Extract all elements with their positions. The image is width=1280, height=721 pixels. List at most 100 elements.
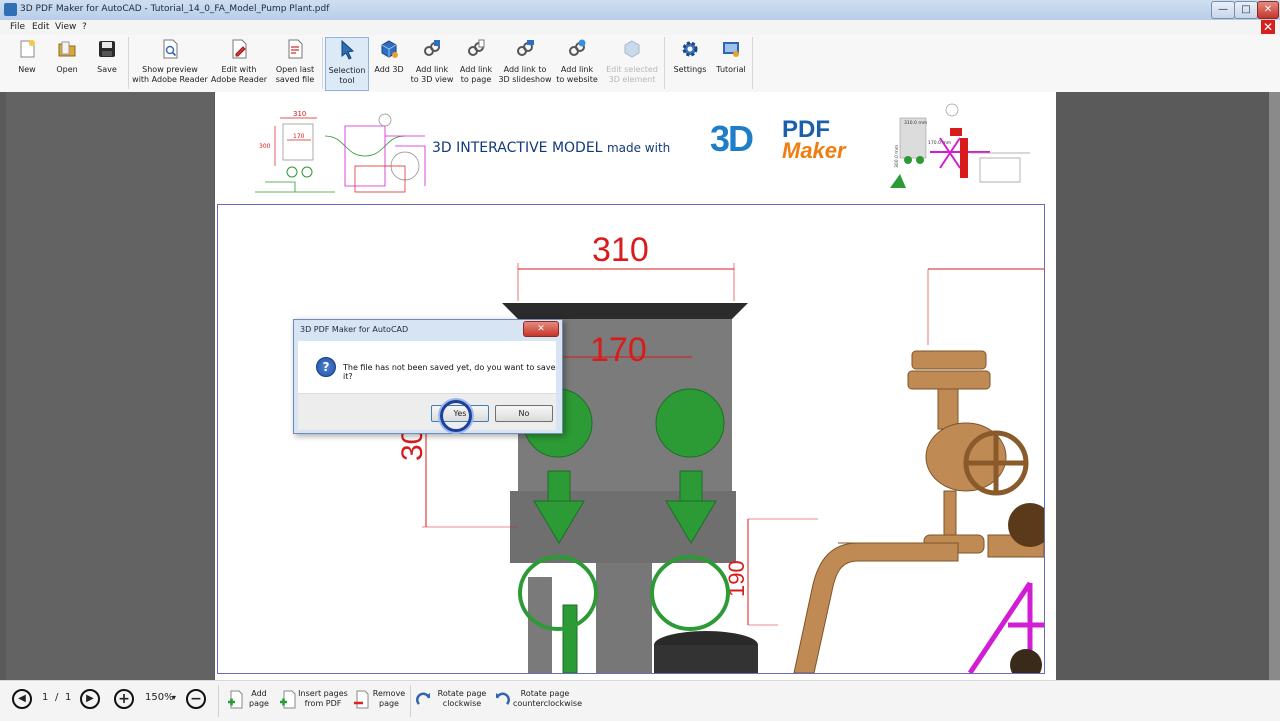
- title-bar: 3D PDF Maker for AutoCAD - Tutorial_14_0…: [0, 0, 1280, 21]
- thumb-dim-300mm: 300.0 mm: [894, 145, 900, 168]
- hopper-top-plate: [502, 303, 748, 319]
- dialog-close-button[interactable]: ✕: [523, 321, 559, 337]
- rotate-ccw-icon: [495, 692, 510, 705]
- edit-3d-element-icon: [624, 40, 640, 58]
- add-3d-button[interactable]: Add 3D: [370, 37, 408, 89]
- edit-pdf-icon: [232, 39, 247, 59]
- bottom-toolbar: ◀ 1 / 1 ▶ + 150% ▾ − Add page Insert page…: [0, 680, 1280, 721]
- link-page-icon: [468, 39, 485, 56]
- save-prompt-dialog: 3D PDF Maker for AutoCAD ✕ ? The file ha…: [293, 319, 563, 434]
- minimize-button[interactable]: —: [1211, 1, 1235, 19]
- dialog-title: 3D PDF Maker for AutoCAD: [300, 325, 409, 334]
- vertical-scrollbar[interactable]: [1269, 92, 1280, 680]
- hopper-leg: [596, 563, 652, 673]
- add-3d-cube-icon: [381, 40, 398, 58]
- thumb-dim-300: 300: [259, 143, 271, 150]
- right-drawing-thumbnail: 310.0 mm 170.0 mm 300.0 mm: [890, 103, 1030, 188]
- menu-help[interactable]: ?: [82, 22, 87, 32]
- thumb-dim-310: 310: [293, 110, 306, 118]
- menu-edit[interactable]: Edit: [32, 22, 49, 32]
- pump-plant-3d-model: 310 170 300 190: [396, 231, 1044, 673]
- insert-pages-button[interactable]: Insert pages from PDF: [276, 684, 348, 718]
- mouse-cursor-highlight: [440, 400, 472, 432]
- 3d-model-viewport[interactable]: 310 170 300 190: [217, 204, 1045, 674]
- workspace: 310 170 300 3D INTERACTIVE MODEL made wi…: [0, 92, 1280, 680]
- banner-heading: 3D INTERACTIVE MODEL made with: [432, 140, 671, 156]
- new-file-icon: [20, 40, 35, 58]
- zoom-dropdown-icon[interactable]: ▾: [172, 693, 176, 702]
- total-pages: 1: [65, 692, 72, 703]
- current-page-number[interactable]: 1: [42, 692, 48, 703]
- menu-bar: File Edit View ?: [0, 20, 1280, 35]
- dimension-170-label: 170: [590, 331, 647, 369]
- dimension-310-label: 310: [592, 231, 649, 269]
- page-separator: /: [55, 692, 59, 703]
- edit-selected-3d-button[interactable]: Edit selected 3D element: [604, 37, 660, 89]
- selection-tool-button[interactable]: Selection tool: [325, 37, 369, 91]
- zoom-in-button[interactable]: +: [114, 689, 134, 709]
- brand-logo: 3D PDF Maker: [710, 116, 870, 166]
- add-page-icon: [228, 690, 243, 709]
- divider: [218, 685, 219, 717]
- dialog-message: The file has not been saved yet, do you …: [343, 363, 556, 381]
- no-button[interactable]: No: [495, 405, 553, 422]
- add-link-page-button[interactable]: Add link to page: [456, 37, 496, 89]
- add-link-slideshow-button[interactable]: Add link to 3D slideshow: [498, 37, 552, 89]
- insert-pages-icon: [280, 690, 296, 709]
- copper-valve-assembly: [793, 350, 1044, 673]
- tutorial-icon: [723, 42, 739, 57]
- toolbar: New Open Save Show preview with Adobe Rea…: [0, 35, 1280, 93]
- zoom-out-button[interactable]: −: [186, 689, 206, 709]
- previous-page-button[interactable]: ◀: [12, 689, 32, 709]
- add-link-3d-view-button[interactable]: Add link to 3D view: [410, 37, 454, 89]
- remove-page-button[interactable]: Remove page: [350, 684, 408, 718]
- maximize-button[interactable]: □: [1234, 1, 1258, 19]
- new-button[interactable]: New: [8, 37, 46, 89]
- minimize-icon: —: [1218, 4, 1228, 15]
- open-last-saved-button[interactable]: Open last saved file: [270, 37, 320, 89]
- remove-page-icon: [354, 690, 369, 709]
- thumb-dim-170: 170: [293, 133, 305, 140]
- app-icon: [4, 3, 17, 16]
- window-title: 3D PDF Maker for AutoCAD - Tutorial_14_0…: [20, 4, 330, 14]
- add-page-button[interactable]: Add page: [224, 684, 274, 718]
- edit-with-reader-button[interactable]: Edit with Adobe Reader: [210, 37, 268, 89]
- next-page-button[interactable]: ▶: [80, 689, 100, 709]
- add-link-website-button[interactable]: Add link to website: [554, 37, 600, 89]
- show-preview-button[interactable]: Show preview with Adobe Reader: [132, 37, 208, 89]
- gear-icon: [682, 41, 698, 57]
- help-group: Settings Tutorial: [668, 37, 753, 89]
- left-drawing-thumbnail: 310 170 300: [255, 110, 426, 193]
- close-document-button[interactable]: ✕: [1261, 20, 1275, 34]
- question-icon: ?: [316, 357, 336, 377]
- link-3d-view-icon: [424, 40, 440, 56]
- tools-group: Selection tool Add 3D Add link to 3D view …: [324, 37, 665, 91]
- rotate-clockwise-button[interactable]: Rotate page clockwise: [413, 684, 487, 718]
- cursor-arrow-icon: [341, 40, 355, 60]
- chevron-right-icon: ▶: [86, 693, 94, 704]
- tutorial-button[interactable]: Tutorial: [712, 37, 750, 89]
- brand-maker-text: Maker: [782, 138, 846, 163]
- open-last-icon: [288, 39, 303, 59]
- link-slideshow-icon: [517, 40, 534, 56]
- preview-group: Show preview with Adobe Reader Edit with A…: [130, 37, 323, 89]
- divider: [410, 685, 411, 717]
- dialog-footer: Yes No: [298, 393, 556, 430]
- dialog-body: ? The file has not been saved yet, do yo…: [298, 341, 556, 430]
- rotate-counterclockwise-button[interactable]: Rotate page counterclockwise: [489, 684, 582, 718]
- thumb-dim-310mm: 310.0 mm: [904, 120, 927, 126]
- workspace-left-margin: [6, 92, 214, 680]
- menu-view[interactable]: View: [55, 22, 76, 32]
- save-disk-icon: [99, 41, 115, 57]
- open-button[interactable]: Open: [48, 37, 86, 89]
- menu-file[interactable]: File: [10, 22, 25, 32]
- zoom-level-select[interactable]: 150%: [145, 692, 174, 703]
- settings-button[interactable]: Settings: [670, 37, 710, 89]
- file-group: New Open Save: [6, 37, 129, 89]
- preview-pdf-icon: [163, 39, 178, 59]
- save-button[interactable]: Save: [88, 37, 126, 89]
- copper-handwheel: [963, 430, 1029, 496]
- chevron-left-icon: ◀: [18, 693, 26, 704]
- brand-3d-mark: 3D: [710, 118, 754, 159]
- close-window-button[interactable]: ✕: [1257, 1, 1279, 19]
